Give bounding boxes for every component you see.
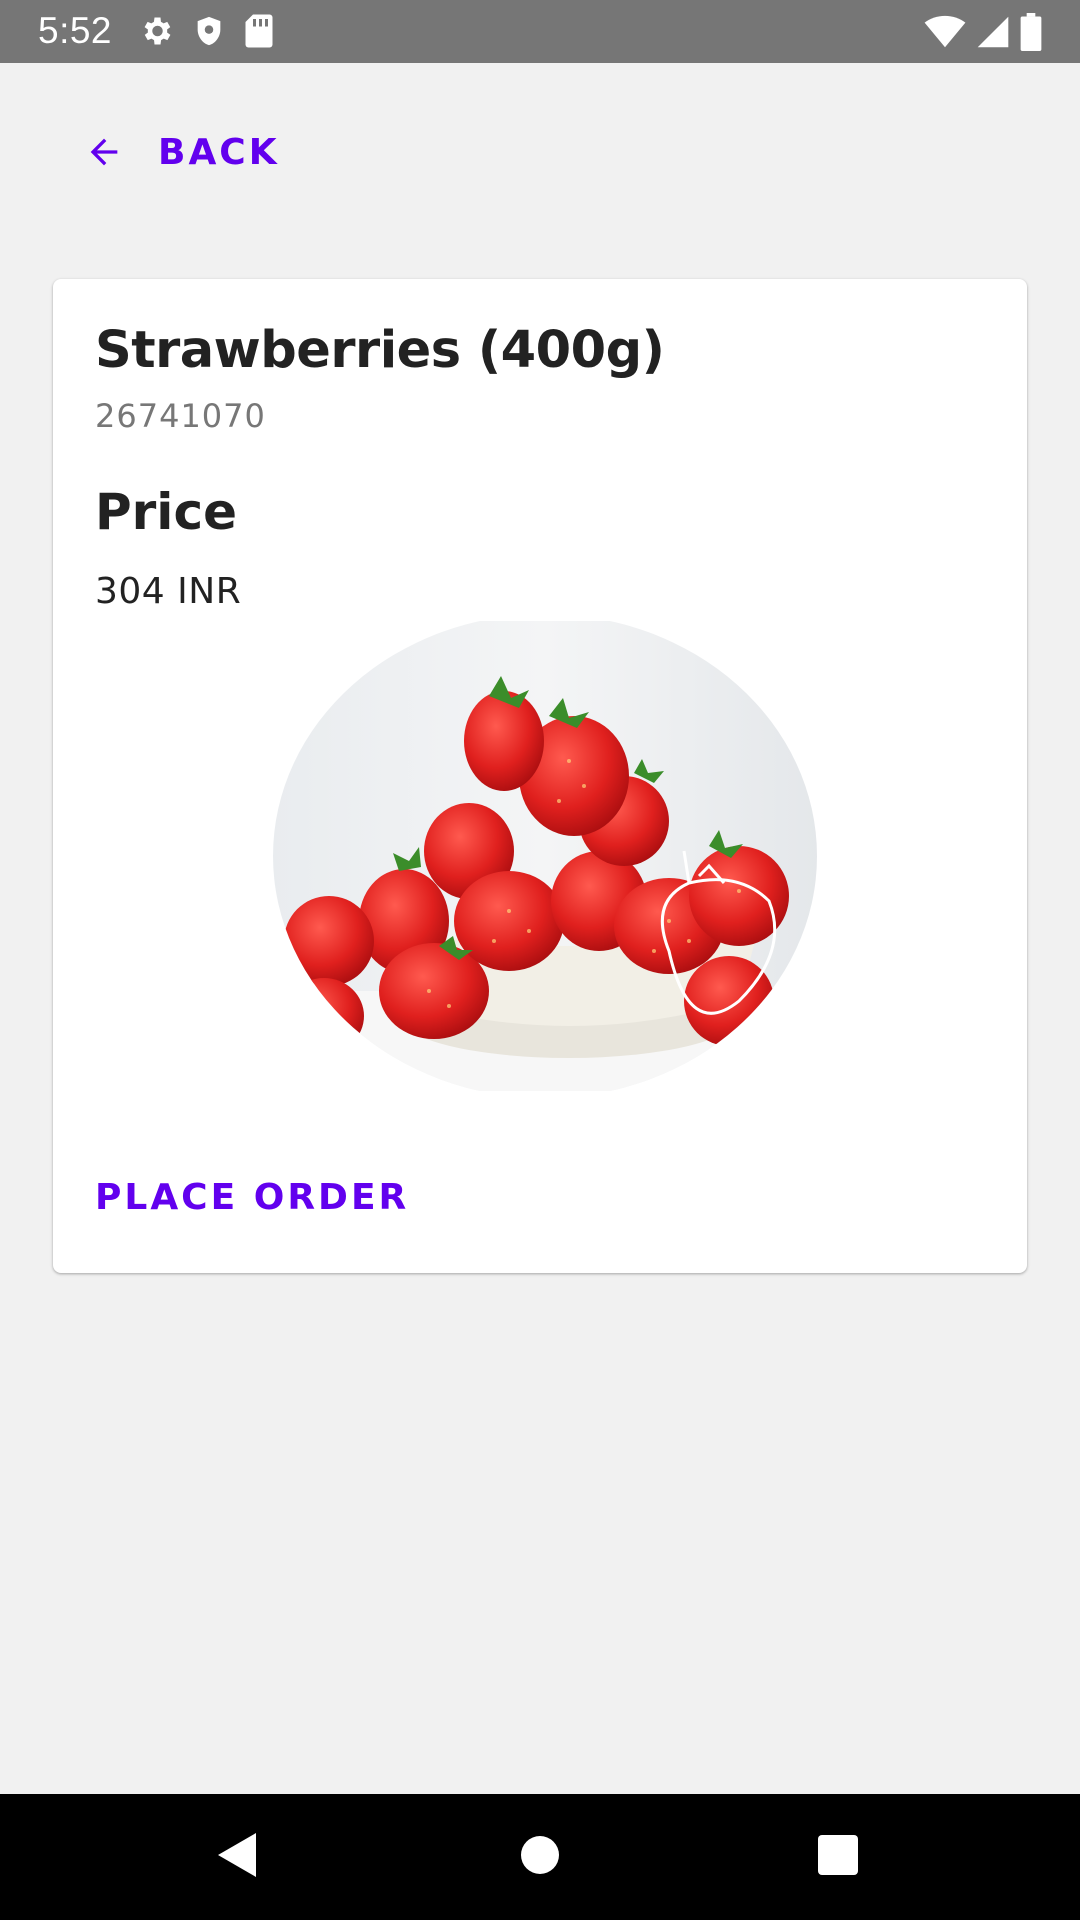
- cell-signal-icon: [976, 15, 1010, 49]
- nav-recents-button[interactable]: [768, 1794, 908, 1920]
- back-button[interactable]: BACK: [84, 118, 280, 186]
- product-title: Strawberries (400g): [95, 321, 665, 380]
- nav-home-button[interactable]: [470, 1794, 610, 1920]
- price-heading: Price: [95, 483, 237, 541]
- nav-recents-icon: [818, 1834, 858, 1880]
- nav-back-icon: [216, 1831, 260, 1884]
- product-card: Strawberries (400g) 26741070 Price 304 I…: [53, 279, 1027, 1273]
- shield-icon: [192, 13, 226, 49]
- arrow-left-icon: [84, 132, 124, 172]
- nav-back-button[interactable]: [168, 1794, 308, 1920]
- navigation-bar: [0, 1794, 1080, 1920]
- battery-icon: [1020, 13, 1042, 51]
- strawberry-bowl-image: [269, 621, 821, 1091]
- nav-home-icon: [520, 1835, 560, 1880]
- sd-card-icon: [244, 13, 274, 49]
- price-value: 304 INR: [95, 571, 242, 612]
- status-time: 5:52: [38, 10, 113, 51]
- product-code: 26741070: [95, 397, 266, 435]
- place-order-button[interactable]: PLACE ORDER: [95, 1177, 409, 1218]
- wifi-icon: [924, 15, 966, 49]
- status-bar: 5:52: [0, 0, 1080, 63]
- settings-icon: [138, 13, 174, 49]
- back-label: BACK: [158, 131, 280, 173]
